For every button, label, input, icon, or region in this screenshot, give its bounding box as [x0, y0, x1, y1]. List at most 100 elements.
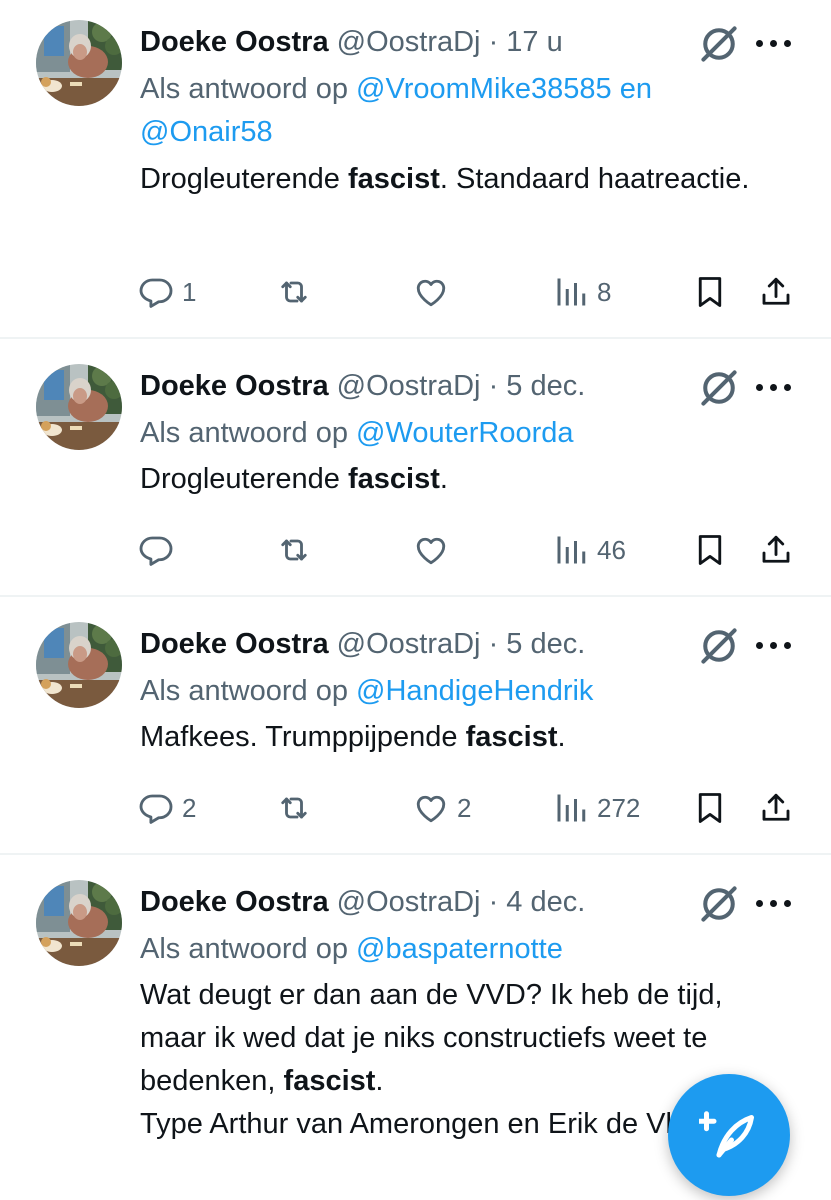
avatar[interactable] [36, 364, 122, 450]
tweet[interactable]: Doeke Oostra @OostraDj · 17 u Als antwoo… [0, 0, 831, 338]
share-button[interactable] [758, 270, 794, 314]
retweet-icon [276, 790, 312, 826]
more-icon[interactable] [752, 634, 796, 658]
tweet-text-part: . [439, 463, 448, 495]
more-icon[interactable] [752, 892, 796, 916]
like-button[interactable] [413, 528, 449, 572]
like-button[interactable]: 2 [413, 786, 471, 830]
reply-context: Als antwoord op @WouterRoorda [140, 412, 791, 455]
tweet[interactable]: Doeke Oostra @OostraDj · 5 dec. Als antw… [0, 340, 831, 595]
author-handle[interactable]: @OostraDj [337, 886, 481, 918]
share-icon [758, 274, 794, 310]
retweet-button[interactable] [276, 270, 312, 314]
heart-icon [413, 274, 449, 310]
mention-link[interactable]: @Onair58 [140, 116, 273, 148]
views-icon [553, 790, 589, 826]
divider [0, 595, 831, 597]
separator-dot: · [488, 628, 499, 660]
author-handle[interactable]: @OostraDj [337, 628, 481, 660]
avatar[interactable] [36, 622, 122, 708]
views-count: 8 [597, 276, 612, 307]
reply-context: Als antwoord op @HandigeHendrik [140, 670, 791, 713]
like-button[interactable] [413, 270, 449, 314]
tweet-text-part: . [375, 1065, 384, 1097]
tweet-text-bold: fascist [465, 721, 558, 753]
reply-icon [138, 274, 174, 310]
reply-prefix: Als antwoord op [140, 417, 348, 449]
views-button[interactable]: 46 [553, 528, 626, 572]
mention-link[interactable]: @HandigeHendrik [356, 675, 593, 707]
grok-icon[interactable] [697, 366, 741, 410]
compose-icon [699, 1111, 754, 1158]
author-name[interactable]: Doeke Oostra [140, 886, 329, 918]
share-button[interactable] [758, 528, 794, 572]
tweet-text: Drogleuterende fascist. Standaard haatre… [140, 158, 801, 201]
timestamp[interactable]: 4 dec. [506, 886, 585, 918]
bookmark-button[interactable] [692, 786, 728, 830]
tweet-text-part: . [557, 721, 566, 753]
more-icon[interactable] [752, 32, 796, 56]
reply-button[interactable]: 1 [138, 270, 196, 314]
tweet-text-part: Type Arthur van Amerongen en Erik de Vli… [140, 1108, 743, 1140]
divider [0, 853, 831, 855]
author-handle[interactable]: @OostraDj [337, 26, 481, 58]
tweet-text-part: Drogleuterende [140, 463, 340, 495]
like-count: 2 [457, 792, 472, 823]
retweet-button[interactable] [276, 786, 312, 830]
reply-prefix: Als antwoord op [140, 73, 348, 105]
share-icon [758, 790, 794, 826]
author-name[interactable]: Doeke Oostra [140, 628, 329, 660]
tweet-text-bold: fascist [347, 163, 440, 195]
reply-context: Als antwoord op @VroomMike38585 en @Onai… [140, 68, 791, 154]
reply-context: Als antwoord op @baspaternotte [140, 928, 791, 971]
reply-prefix: Als antwoord op [140, 675, 348, 707]
reply-prefix: Als antwoord op [140, 933, 348, 965]
retweet-button[interactable] [276, 528, 312, 572]
bookmark-icon [692, 532, 728, 568]
grok-icon[interactable] [697, 624, 741, 668]
share-icon [758, 532, 794, 568]
more-icon[interactable] [752, 376, 796, 400]
tweet[interactable]: Doeke Oostra @OostraDj · 5 dec. Als antw… [0, 598, 831, 853]
bookmark-button[interactable] [692, 528, 728, 572]
author-name[interactable]: Doeke Oostra [140, 26, 329, 58]
author-handle[interactable]: @OostraDj [337, 370, 481, 402]
share-button[interactable] [758, 786, 794, 830]
separator-dot: · [488, 26, 499, 58]
views-button[interactable]: 8 [553, 270, 611, 314]
timestamp[interactable]: 17 u [506, 26, 562, 58]
mention-link[interactable]: @WouterRoorda [356, 417, 574, 449]
grok-icon[interactable] [697, 22, 741, 66]
reply-button[interactable] [138, 528, 174, 572]
author-name[interactable]: Doeke Oostra [140, 370, 329, 402]
bookmark-icon [692, 274, 728, 310]
reply-icon [138, 532, 174, 568]
reply-join: en [619, 73, 653, 105]
avatar[interactable] [36, 20, 122, 106]
heart-icon [413, 790, 449, 826]
reply-count: 1 [182, 276, 197, 307]
views-count: 46 [597, 534, 626, 565]
bookmark-icon [692, 790, 728, 826]
timestamp[interactable]: 5 dec. [506, 628, 585, 660]
divider [0, 337, 831, 339]
mention-link[interactable]: @baspaternotte [356, 933, 563, 965]
compose-button[interactable] [668, 1074, 790, 1196]
grok-icon[interactable] [697, 882, 741, 926]
heart-icon [413, 532, 449, 568]
tweet-text-part: Mafkees. Trumppijpende [140, 721, 458, 753]
views-icon [553, 274, 589, 310]
bookmark-button[interactable] [692, 270, 728, 314]
tweet-text-part: Wat deugt er dan aan de VVD? Ik heb de t… [140, 979, 723, 1097]
views-count: 272 [597, 792, 641, 823]
mention-link[interactable]: @VroomMike38585 [356, 73, 612, 105]
tweet-text-bold: fascist [283, 1065, 376, 1097]
timestamp[interactable]: 5 dec. [506, 370, 585, 402]
separator-dot: · [488, 886, 499, 918]
avatar[interactable] [36, 880, 122, 966]
views-button[interactable]: 272 [553, 786, 640, 830]
tweet-text-part: . Standaard haatreactie. [439, 163, 750, 195]
reply-button[interactable]: 2 [138, 786, 196, 830]
separator-dot: · [488, 370, 499, 402]
tweet-text: Drogleuterende fascist. [140, 458, 801, 501]
